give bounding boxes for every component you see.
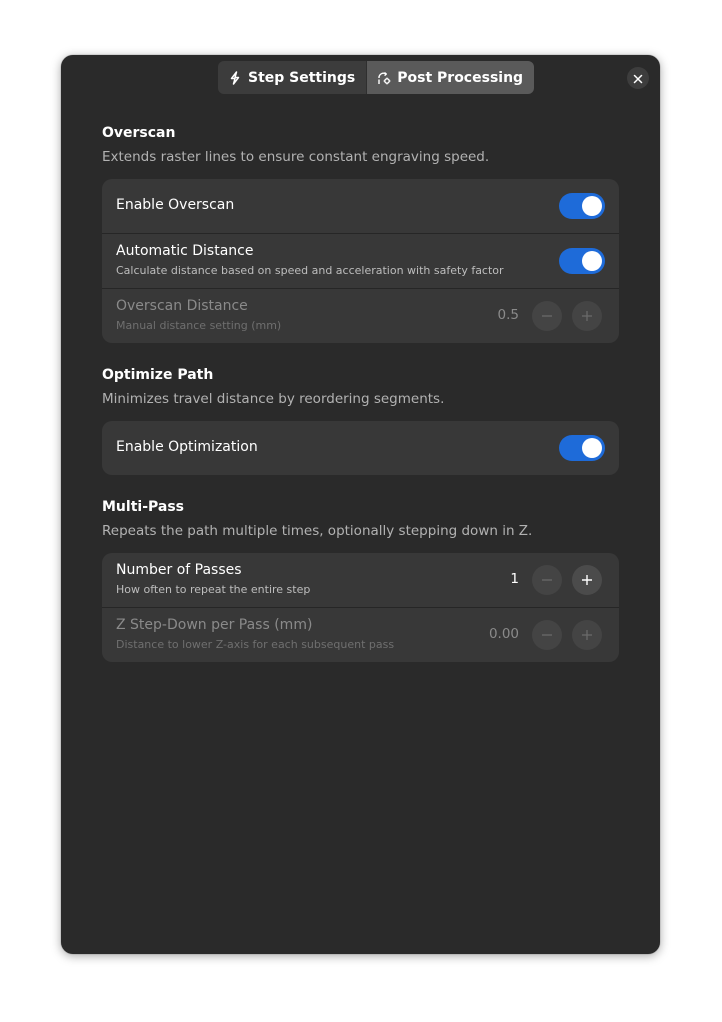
post-processing-dialog: Step Settings Post Processing Overscan E… (61, 55, 660, 954)
automatic-distance-row: Automatic Distance Calculate distance ba… (102, 233, 619, 288)
overscan-distance-increment-button[interactable] (572, 301, 602, 331)
tab-post-processing-label: Post Processing (397, 69, 524, 86)
overscan-distance-value[interactable]: 0.5 (469, 307, 519, 323)
plus-icon (581, 307, 593, 326)
enable-optimization-switch[interactable] (559, 435, 605, 461)
enable-overscan-switch[interactable] (559, 193, 605, 219)
optimize-card: Enable Optimization (102, 421, 619, 475)
number-of-passes-row: Number of Passes How often to repeat the… (102, 553, 619, 607)
overscan-section-description: Extends raster lines to ensure constant … (102, 149, 490, 165)
close-button[interactable] (627, 67, 649, 89)
z-step-down-subtitle: Distance to lower Z-axis for each subseq… (116, 638, 395, 651)
number-of-passes-subtitle: How often to repeat the entire step (116, 583, 311, 596)
automatic-distance-label: Automatic Distance (116, 243, 254, 259)
minus-icon (541, 626, 553, 645)
overscan-distance-subtitle: Manual distance setting (mm) (116, 319, 282, 332)
number-of-passes-increment-button[interactable] (572, 565, 602, 595)
overscan-section-title: Overscan (102, 125, 176, 141)
overscan-card: Enable Overscan Automatic Distance Calcu… (102, 179, 619, 343)
plus-icon (581, 571, 593, 590)
automatic-distance-switch[interactable] (559, 248, 605, 274)
enable-optimization-row: Enable Optimization (102, 421, 619, 475)
minus-icon (541, 571, 553, 590)
view-switcher: Step Settings Post Processing (218, 61, 535, 94)
lightning-icon (228, 70, 242, 85)
number-of-passes-value[interactable]: 1 (469, 571, 519, 587)
number-of-passes-decrement-button[interactable] (532, 565, 562, 595)
enable-optimization-label: Enable Optimization (116, 439, 258, 455)
switch-knob (582, 438, 602, 458)
close-icon (633, 69, 643, 88)
switch-knob (582, 196, 602, 216)
optimize-section-title: Optimize Path (102, 367, 214, 383)
z-step-down-value[interactable]: 0.00 (469, 626, 519, 642)
z-step-down-row: Z Step-Down per Pass (mm) Distance to lo… (102, 607, 619, 662)
plus-icon (581, 626, 593, 645)
minus-icon (541, 307, 553, 326)
z-step-down-decrement-button[interactable] (532, 620, 562, 650)
processing-icon (377, 71, 391, 85)
multipass-section-description: Repeats the path multiple times, optiona… (102, 523, 533, 539)
z-step-down-label: Z Step-Down per Pass (mm) (116, 617, 313, 633)
tab-step-settings-label: Step Settings (248, 69, 356, 86)
overscan-distance-decrement-button[interactable] (532, 301, 562, 331)
switch-knob (582, 251, 602, 271)
tab-post-processing[interactable]: Post Processing (366, 61, 535, 94)
multipass-section-title: Multi-Pass (102, 499, 184, 515)
tab-step-settings[interactable]: Step Settings (218, 61, 367, 94)
number-of-passes-label: Number of Passes (116, 562, 242, 578)
z-step-down-increment-button[interactable] (572, 620, 602, 650)
optimize-section-description: Minimizes travel distance by reordering … (102, 391, 445, 407)
multipass-card: Number of Passes How often to repeat the… (102, 553, 619, 662)
automatic-distance-subtitle: Calculate distance based on speed and ac… (116, 264, 504, 277)
enable-overscan-row: Enable Overscan (102, 179, 619, 233)
overscan-distance-row: Overscan Distance Manual distance settin… (102, 288, 619, 343)
enable-overscan-label: Enable Overscan (116, 197, 235, 213)
overscan-distance-label: Overscan Distance (116, 298, 248, 314)
